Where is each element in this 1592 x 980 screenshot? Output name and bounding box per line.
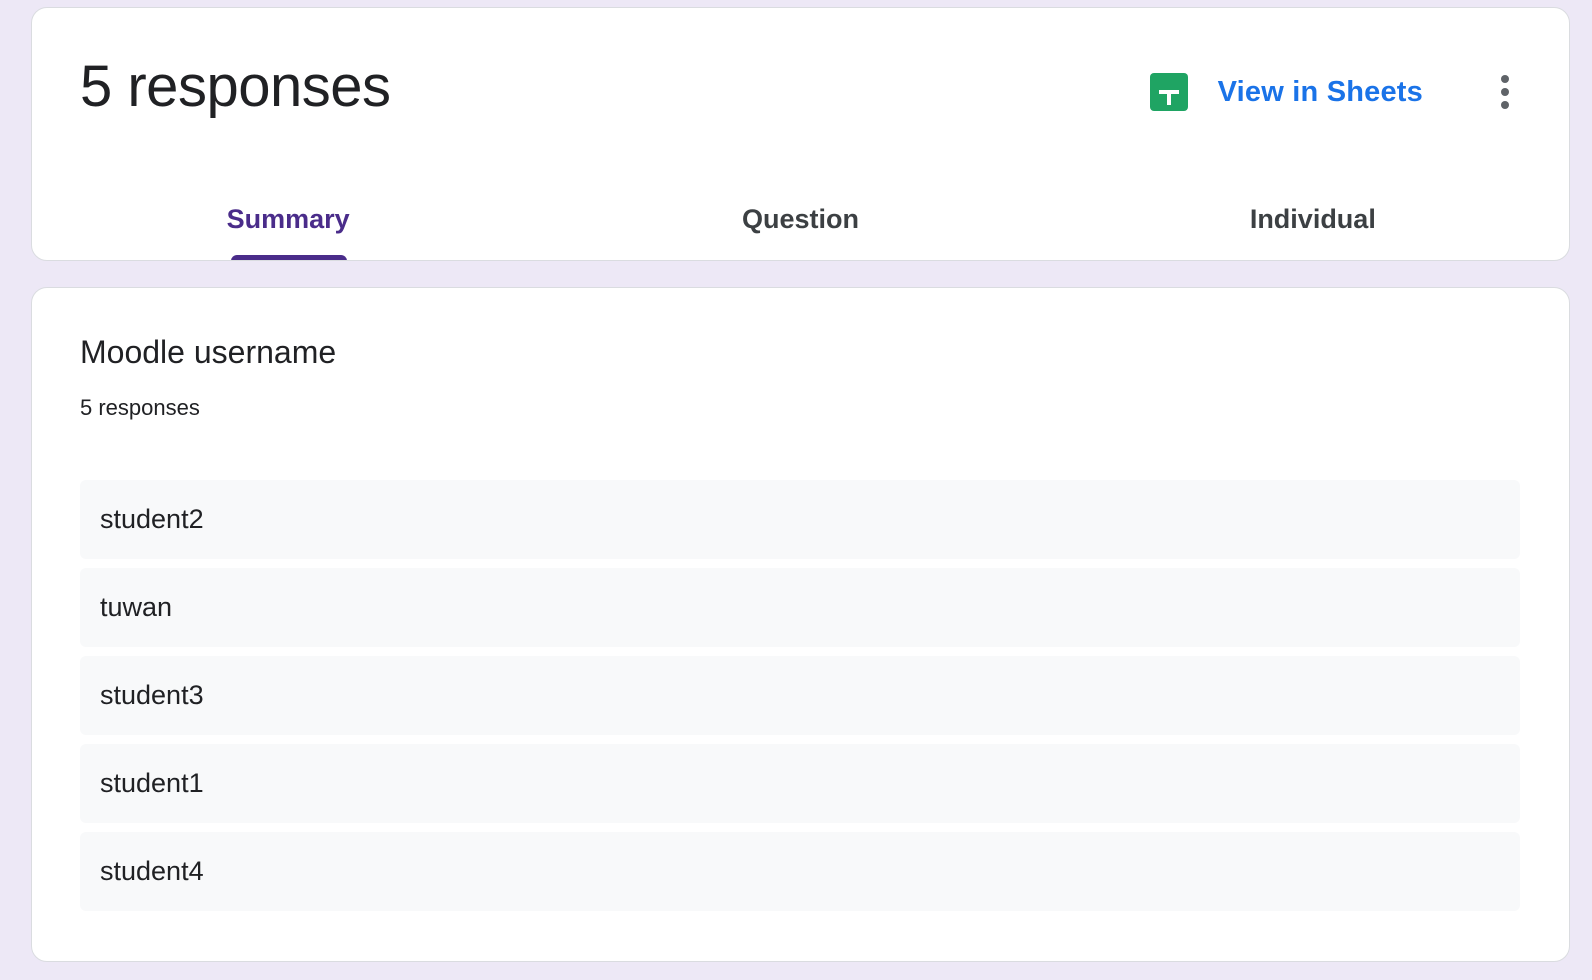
question-response-count: 5 responses (80, 395, 200, 420)
question-summary-card: Moodle username 5 responses student2 tuw… (31, 287, 1570, 962)
response-item: student2 (80, 480, 1520, 559)
view-in-sheets-label: View in Sheets (1217, 75, 1423, 108)
tab-individual-label: Individual (1249, 204, 1376, 234)
google-sheets-icon (1149, 73, 1188, 111)
response-item: student1 (80, 744, 1520, 823)
response-tabs: Summary Question Individual (32, 188, 1569, 260)
tab-summary-label: Summary (226, 204, 350, 234)
header-actions: View in Sheets (1149, 62, 1569, 122)
view-in-sheets-button[interactable]: View in Sheets (1149, 73, 1423, 111)
more-options-button[interactable] (1481, 68, 1529, 116)
response-list: student2 tuwan student3 student1 student… (80, 480, 1520, 920)
page-title: 5 responses (80, 54, 391, 119)
response-item: student3 (80, 656, 1520, 735)
tab-question[interactable]: Question (544, 188, 1056, 260)
more-vert-icon (1501, 75, 1509, 109)
tab-summary[interactable]: Summary (32, 188, 544, 260)
responses-header-card: 5 responses View in Sheets Summary Quest… (31, 7, 1570, 261)
active-tab-indicator (231, 255, 348, 260)
tab-individual[interactable]: Individual (1057, 188, 1569, 260)
response-item: student4 (80, 832, 1520, 911)
tab-question-label: Question (741, 204, 859, 234)
question-title: Moodle username (80, 334, 337, 370)
response-item: tuwan (80, 568, 1520, 647)
